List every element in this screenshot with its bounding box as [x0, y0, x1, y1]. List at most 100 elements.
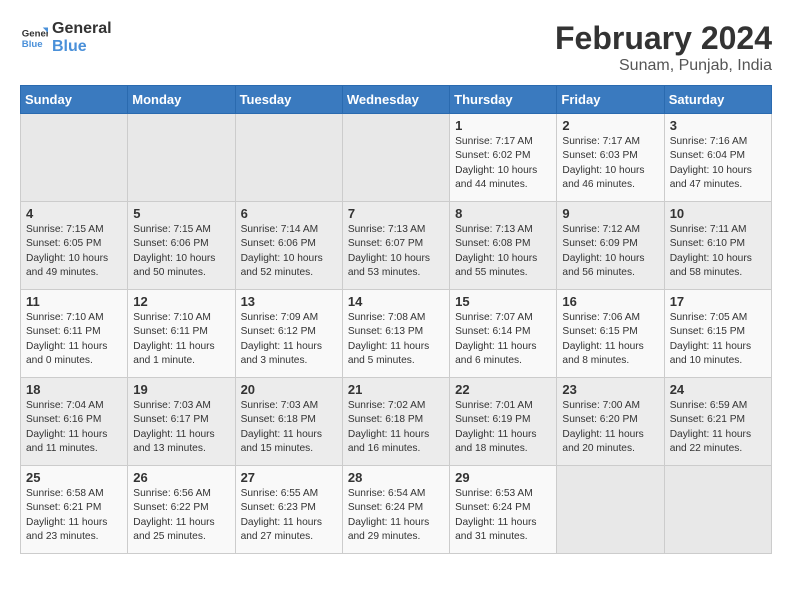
day-number: 24	[670, 382, 766, 397]
day-content: Sunrise: 6:55 AM Sunset: 6:23 PM Dayligh…	[241, 487, 337, 544]
calendar-cell	[342, 114, 449, 202]
calendar-week-row: 11 Sunrise: 7:10 AM Sunset: 6:11 PM Dayli…	[21, 290, 772, 378]
day-number: 17	[670, 294, 766, 309]
day-number: 22	[455, 382, 551, 397]
logo-line1: General	[52, 20, 112, 38]
calendar-cell	[664, 466, 771, 554]
day-content: Sunrise: 7:17 AM Sunset: 6:03 PM Dayligh…	[562, 135, 658, 192]
calendar-cell: 18 Sunrise: 7:04 AM Sunset: 6:16 PM Dayli…	[21, 378, 128, 466]
day-content: Sunrise: 6:54 AM Sunset: 6:24 PM Dayligh…	[348, 487, 444, 544]
day-number: 13	[241, 294, 337, 309]
day-number: 5	[133, 206, 229, 221]
calendar-cell: 1 Sunrise: 7:17 AM Sunset: 6:02 PM Daylig…	[450, 114, 557, 202]
calendar-cell: 6Sunrise: 7:14 AM Sunset: 6:06 PM Daylig…	[235, 202, 342, 290]
calendar-cell: 12Sunrise: 7:10 AM Sunset: 6:11 PM Dayli…	[128, 290, 235, 378]
day-content: Sunrise: 7:13 AM Sunset: 6:08 PM Dayligh…	[455, 223, 551, 280]
day-content: Sunrise: 7:03 AM Sunset: 6:17 PM Dayligh…	[133, 399, 229, 456]
calendar-cell: 11 Sunrise: 7:10 AM Sunset: 6:11 PM Dayli…	[21, 290, 128, 378]
day-number: 14	[348, 294, 444, 309]
day-number: 11	[26, 294, 122, 309]
day-number: 29	[455, 470, 551, 485]
day-content: Sunrise: 7:06 AM Sunset: 6:15 PM Dayligh…	[562, 311, 658, 368]
calendar-week-row: 4 Sunrise: 7:15 AM Sunset: 6:05 PM Daylig…	[21, 202, 772, 290]
main-title: February 2024	[555, 20, 772, 57]
day-content: Sunrise: 7:08 AM Sunset: 6:13 PM Dayligh…	[348, 311, 444, 368]
day-number: 21	[348, 382, 444, 397]
calendar-cell	[235, 114, 342, 202]
day-number: 1	[455, 118, 551, 133]
calendar-cell: 25 Sunrise: 6:58 AM Sunset: 6:21 PM Dayli…	[21, 466, 128, 554]
day-content: Sunrise: 7:07 AM Sunset: 6:14 PM Dayligh…	[455, 311, 551, 368]
day-content: Sunrise: 7:01 AM Sunset: 6:19 PM Dayligh…	[455, 399, 551, 456]
day-content: Sunrise: 7:10 AM Sunset: 6:11 PM Dayligh…	[26, 311, 122, 368]
day-number: 20	[241, 382, 337, 397]
day-content: Sunrise: 7:03 AM Sunset: 6:18 PM Dayligh…	[241, 399, 337, 456]
day-number: 10	[670, 206, 766, 221]
day-content: Sunrise: 7:15 AM Sunset: 6:05 PM Dayligh…	[26, 223, 122, 280]
calendar-cell: 20 Sunrise: 7:03 AM Sunset: 6:18 PM Dayli…	[235, 378, 342, 466]
calendar-cell: 21Sunrise: 7:02 AM Sunset: 6:18 PM Dayli…	[342, 378, 449, 466]
day-number: 7	[348, 206, 444, 221]
day-content: Sunrise: 7:04 AM Sunset: 6:16 PM Dayligh…	[26, 399, 122, 456]
day-number: 27	[241, 470, 337, 485]
day-number: 2	[562, 118, 658, 133]
calendar-cell: 13Sunrise: 7:09 AM Sunset: 6:12 PM Dayli…	[235, 290, 342, 378]
day-number: 28	[348, 470, 444, 485]
calendar-cell: 7 Sunrise: 7:13 AM Sunset: 6:07 PM Daylig…	[342, 202, 449, 290]
title-block: February 2024 Sunam, Punjab, India	[555, 20, 772, 75]
day-content: Sunrise: 6:53 AM Sunset: 6:24 PM Dayligh…	[455, 487, 551, 544]
calendar-cell: 3 Sunrise: 7:16 AM Sunset: 6:04 PM Daylig…	[664, 114, 771, 202]
logo: General Blue General Blue	[20, 20, 112, 55]
day-number: 26	[133, 470, 229, 485]
calendar-cell: 27 Sunrise: 6:55 AM Sunset: 6:23 PM Dayli…	[235, 466, 342, 554]
calendar-cell: 2 Sunrise: 7:17 AM Sunset: 6:03 PM Daylig…	[557, 114, 664, 202]
calendar-cell: 15 Sunrise: 7:07 AM Sunset: 6:14 PM Dayli…	[450, 290, 557, 378]
calendar-cell: 26Sunrise: 6:56 AM Sunset: 6:22 PM Dayli…	[128, 466, 235, 554]
day-number: 15	[455, 294, 551, 309]
day-content: Sunrise: 7:00 AM Sunset: 6:20 PM Dayligh…	[562, 399, 658, 456]
day-number: 23	[562, 382, 658, 397]
calendar-cell: 5 Sunrise: 7:15 AM Sunset: 6:06 PM Daylig…	[128, 202, 235, 290]
calendar-header-row: SundayMondayTuesdayWednesdayThursdayFrid…	[21, 86, 772, 114]
day-number: 16	[562, 294, 658, 309]
column-header-tuesday: Tuesday	[235, 86, 342, 114]
calendar-week-row: 18 Sunrise: 7:04 AM Sunset: 6:16 PM Dayli…	[21, 378, 772, 466]
calendar-cell: 24 Sunrise: 6:59 AM Sunset: 6:21 PM Dayli…	[664, 378, 771, 466]
day-content: Sunrise: 6:58 AM Sunset: 6:21 PM Dayligh…	[26, 487, 122, 544]
svg-text:General: General	[22, 28, 48, 39]
day-content: Sunrise: 7:13 AM Sunset: 6:07 PM Dayligh…	[348, 223, 444, 280]
calendar-cell: 28 Sunrise: 6:54 AM Sunset: 6:24 PM Dayli…	[342, 466, 449, 554]
day-content: Sunrise: 6:59 AM Sunset: 6:21 PM Dayligh…	[670, 399, 766, 456]
day-number: 8	[455, 206, 551, 221]
day-content: Sunrise: 7:14 AM Sunset: 6:06 PM Dayligh…	[241, 223, 337, 280]
calendar-week-row: 1 Sunrise: 7:17 AM Sunset: 6:02 PM Daylig…	[21, 114, 772, 202]
calendar-cell: 10Sunrise: 7:11 AM Sunset: 6:10 PM Dayli…	[664, 202, 771, 290]
day-content: Sunrise: 7:16 AM Sunset: 6:04 PM Dayligh…	[670, 135, 766, 192]
day-number: 9	[562, 206, 658, 221]
day-content: Sunrise: 7:12 AM Sunset: 6:09 PM Dayligh…	[562, 223, 658, 280]
calendar-cell: 23 Sunrise: 7:00 AM Sunset: 6:20 PM Dayli…	[557, 378, 664, 466]
calendar-cell: 8 Sunrise: 7:13 AM Sunset: 6:08 PM Daylig…	[450, 202, 557, 290]
subtitle: Sunam, Punjab, India	[555, 57, 772, 75]
day-number: 25	[26, 470, 122, 485]
day-number: 4	[26, 206, 122, 221]
day-number: 18	[26, 382, 122, 397]
day-content: Sunrise: 7:10 AM Sunset: 6:11 PM Dayligh…	[133, 311, 229, 368]
svg-text:Blue: Blue	[22, 38, 43, 49]
column-header-thursday: Thursday	[450, 86, 557, 114]
calendar-cell: 16 Sunrise: 7:06 AM Sunset: 6:15 PM Dayli…	[557, 290, 664, 378]
day-content: Sunrise: 7:15 AM Sunset: 6:06 PM Dayligh…	[133, 223, 229, 280]
calendar-week-row: 25 Sunrise: 6:58 AM Sunset: 6:21 PM Dayli…	[21, 466, 772, 554]
day-content: Sunrise: 7:05 AM Sunset: 6:15 PM Dayligh…	[670, 311, 766, 368]
column-header-sunday: Sunday	[21, 86, 128, 114]
day-number: 3	[670, 118, 766, 133]
column-header-friday: Friday	[557, 86, 664, 114]
day-content: Sunrise: 7:17 AM Sunset: 6:02 PM Dayligh…	[455, 135, 551, 192]
logo-icon: General Blue	[20, 24, 48, 52]
logo-line2: Blue	[52, 38, 112, 56]
calendar-cell: 19Sunrise: 7:03 AM Sunset: 6:17 PM Dayli…	[128, 378, 235, 466]
column-header-monday: Monday	[128, 86, 235, 114]
column-header-wednesday: Wednesday	[342, 86, 449, 114]
calendar-cell: 9 Sunrise: 7:12 AM Sunset: 6:09 PM Daylig…	[557, 202, 664, 290]
column-header-saturday: Saturday	[664, 86, 771, 114]
